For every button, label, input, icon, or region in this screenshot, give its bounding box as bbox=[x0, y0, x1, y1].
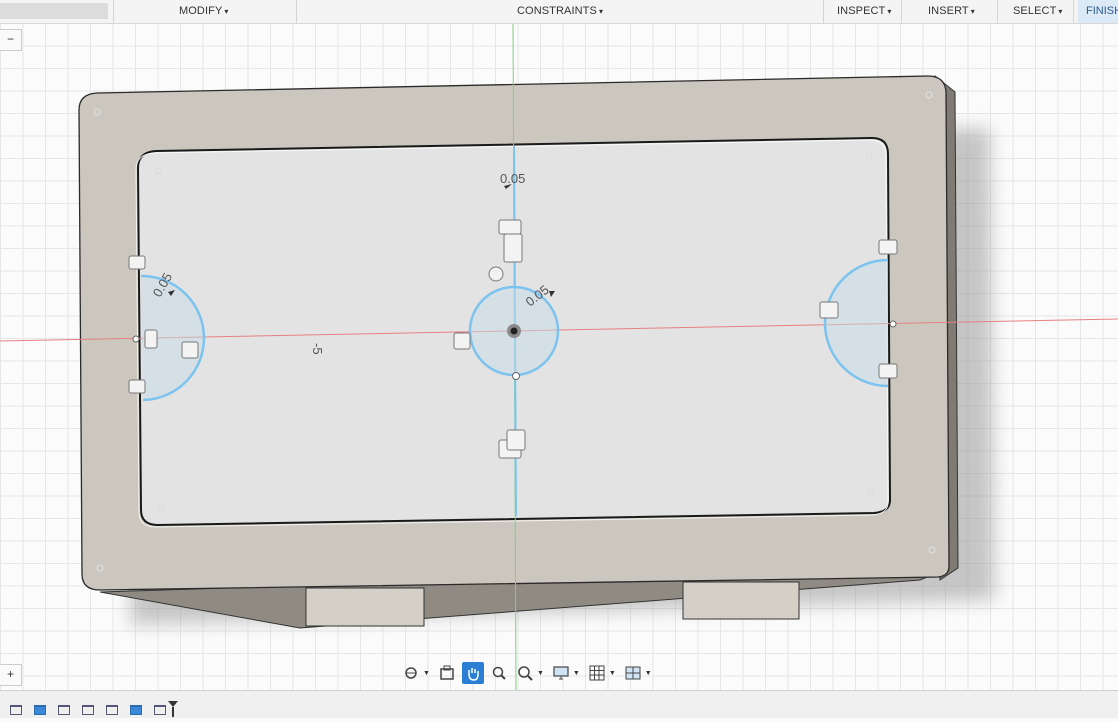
sketch-origin-dot bbox=[510, 327, 518, 335]
dimension-axis[interactable]: -5 bbox=[310, 343, 325, 355]
viewports-dropdown-icon[interactable]: ▼ bbox=[645, 670, 652, 677]
constraints-menu[interactable]: CONSTRAINTS ▾ bbox=[517, 0, 603, 23]
orbit-icon[interactable] bbox=[400, 662, 422, 684]
toolbar-separator bbox=[823, 0, 824, 23]
foot-right bbox=[682, 581, 800, 620]
timeline-bar bbox=[0, 690, 1118, 718]
timeline-extrude-icon[interactable] bbox=[34, 705, 46, 715]
foot-left bbox=[305, 587, 425, 627]
display-settings-icon[interactable] bbox=[550, 662, 572, 684]
timeline-sketch-icon[interactable] bbox=[154, 705, 166, 715]
display-dropdown-icon[interactable]: ▼ bbox=[573, 670, 580, 677]
sketch-toolbar: MODIFY ▾ CONSTRAINTS ▾ INSPECT ▾ INSERT ▾ SE… bbox=[0, 0, 1118, 24]
look-at-icon[interactable] bbox=[436, 662, 458, 684]
insert-menu[interactable]: INSERT ▾ bbox=[928, 0, 975, 23]
zoom-fit-icon[interactable] bbox=[514, 662, 536, 684]
toolbar-left-panel bbox=[0, 3, 108, 19]
grid-snaps-icon[interactable] bbox=[586, 662, 608, 684]
modify-menu[interactable]: MODIFY ▾ bbox=[179, 0, 229, 23]
zoom-window-icon[interactable] bbox=[488, 662, 510, 684]
expand-panel-button[interactable]: + bbox=[0, 664, 22, 686]
timeline-sketch-icon[interactable] bbox=[82, 705, 94, 715]
grid-dropdown-icon[interactable]: ▼ bbox=[609, 670, 616, 677]
collapse-panel-button[interactable]: − bbox=[0, 29, 22, 51]
toolbar-separator bbox=[997, 0, 998, 23]
toolbar-separator bbox=[901, 0, 902, 23]
timeline-sketch-icon[interactable] bbox=[106, 705, 118, 715]
timeline-sketch-icon[interactable] bbox=[10, 705, 22, 715]
orbit-dropdown-icon[interactable]: ▼ bbox=[423, 670, 430, 677]
zoom-dropdown-icon[interactable]: ▼ bbox=[537, 670, 544, 677]
finish-sketch-button[interactable]: FINISH bbox=[1078, 0, 1118, 23]
timeline-sketch-icon[interactable] bbox=[58, 705, 70, 715]
canvas-viewport[interactable]: 0.05 0.05 0.05 -5 − + bbox=[0, 23, 1118, 690]
pan-icon[interactable] bbox=[461, 662, 484, 684]
toolbar-separator bbox=[113, 0, 114, 23]
toolbar-separator bbox=[1073, 0, 1074, 23]
navigation-bar: ▼ ▼ ▼ ▼ ▼ bbox=[400, 660, 654, 686]
viewports-icon[interactable] bbox=[622, 662, 644, 684]
timeline-extrude-icon[interactable] bbox=[130, 705, 142, 715]
model-scene: 0.05 0.05 0.05 -5 bbox=[0, 23, 1118, 690]
timeline-marker-icon[interactable] bbox=[168, 701, 178, 717]
select-menu[interactable]: SELECT ▾ bbox=[1013, 0, 1063, 23]
inspect-menu[interactable]: INSPECT ▾ bbox=[837, 0, 892, 23]
toolbar-separator bbox=[296, 0, 297, 23]
dimension-top[interactable]: 0.05 bbox=[500, 171, 525, 186]
